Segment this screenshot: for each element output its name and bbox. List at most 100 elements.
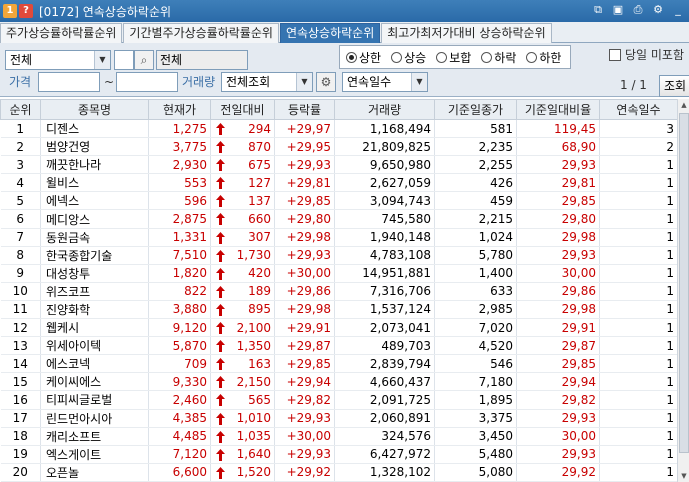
base-rate-cell: 29,91: [516, 318, 600, 338]
base-close-cell: 1,895: [434, 390, 517, 410]
volume-cell: 14,951,881: [334, 264, 435, 283]
base-rate-cell: 68,90: [516, 137, 600, 157]
volume-label: 거래량: [182, 75, 216, 89]
table-row[interactable]: 15 케이씨에스 9,330 2,150 +29,94 4,660,437 7,180 29,…: [0, 372, 677, 392]
change-rate-cell: +29,93: [274, 409, 335, 428]
column-header[interactable]: 거래량: [334, 99, 435, 120]
volume-cell: 1,168,494: [334, 119, 435, 139]
table-row[interactable]: 7 동원금속 1,331 307 +29,98 1,940,148 1,024 29,98 1: [0, 228, 677, 247]
consecutive-days-cell: 1: [599, 390, 677, 410]
volume-select[interactable]: 전체조회 ▼: [221, 72, 313, 92]
table-row[interactable]: 16 티피씨글로벌 2,460 565 +29,82 2,091,725 1,895 29,8…: [0, 390, 677, 410]
change-value: 127: [248, 175, 271, 190]
table-row[interactable]: 17 린드먼아시아 4,385 1,010 +29,93 2,060,891 3,375 29…: [0, 409, 677, 428]
stock-name-cell: 위즈코프: [40, 282, 149, 301]
column-header[interactable]: 종목명: [40, 99, 149, 120]
radio-fall[interactable]: 하락: [481, 49, 516, 66]
column-header[interactable]: 기준일대비율: [516, 99, 600, 120]
price-from-input[interactable]: [38, 72, 100, 92]
stock-name-cell: 캐리소프트: [40, 427, 149, 446]
exclude-today-checkbox[interactable]: [609, 49, 621, 61]
copy-icon[interactable]: ▣: [611, 3, 625, 17]
table-row[interactable]: 11 진양화학 3,880 895 +29,98 1,537,124 2,985 29,98 1: [0, 300, 677, 320]
print-icon[interactable]: ⎙: [631, 3, 645, 17]
minimize-icon[interactable]: _: [671, 3, 685, 17]
price-tilde: ~: [104, 75, 115, 89]
table-row[interactable]: 10 위즈코프 822 189 +29,86 7,316,706 633 29,86 1: [0, 282, 677, 301]
search-button[interactable]: 조회: [659, 75, 689, 97]
volume-cell: 3,094,743: [334, 191, 435, 211]
change-value: 137: [248, 193, 271, 208]
settings-icon[interactable]: ⚙: [651, 3, 665, 17]
table-row[interactable]: 5 에넥스 596 137 +29,85 3,094,743 459 29,85 1: [0, 191, 677, 211]
radio-rise[interactable]: 상승: [391, 49, 426, 66]
volume-cell: 2,091,725: [334, 390, 435, 410]
rank-cell: 2: [0, 137, 41, 157]
stock-code-input[interactable]: [114, 50, 134, 70]
consecutive-days-cell: 1: [599, 191, 677, 211]
radio-lower-limit[interactable]: 하한: [526, 49, 561, 66]
table-row[interactable]: 1 디젠스 1,275 294 +29,97 1,168,494 581 119,45 3: [0, 119, 677, 139]
change-rate-cell: +29,81: [274, 173, 335, 193]
market-select[interactable]: 전체 ▼: [5, 50, 111, 70]
base-close-cell: 5,080: [434, 463, 517, 482]
table-row[interactable]: 6 메디앙스 2,875 660 +29,80 745,580 2,215 29,80 1: [0, 209, 677, 229]
search-icon[interactable]: ⌕: [134, 50, 154, 70]
change-rate-cell: +29,94: [274, 372, 335, 392]
scroll-down-icon[interactable]: ▼: [679, 470, 689, 482]
current-price-cell: 1,820: [148, 264, 211, 283]
stock-name-cell: 깨끗한나라: [40, 155, 149, 175]
up-arrow-icon: [216, 141, 225, 154]
table-row[interactable]: 19 엑스게이트 7,120 1,640 +29,93 6,427,972 5,480 29,…: [0, 445, 677, 464]
change-value: 420: [248, 266, 271, 281]
column-header[interactable]: 순위: [0, 99, 41, 120]
change-rate-cell: +29,85: [274, 354, 335, 374]
column-header[interactable]: 전일대비: [210, 99, 275, 120]
tab-period-change-rank[interactable]: 기간별주가상승률하락률순위: [123, 23, 279, 43]
change-cell: 189: [210, 282, 275, 301]
table-row[interactable]: 4 윌비스 553 127 +29,81 2,627,059 426 29,81 1: [0, 173, 677, 193]
stock-name-cell: 한국종합기술: [40, 246, 149, 265]
change-cell: 660: [210, 209, 275, 229]
stock-name-cell: 범양건영: [40, 137, 149, 157]
base-close-cell: 1,400: [434, 264, 517, 283]
scroll-up-icon[interactable]: ▲: [679, 99, 689, 111]
consecutive-days-cell: 1: [599, 282, 677, 301]
change-cell: 137: [210, 191, 275, 211]
base-rate-cell: 29,94: [516, 372, 600, 392]
table-row[interactable]: 20 오픈놀 6,600 1,520 +29,92 1,328,102 5,080 29,92…: [0, 463, 677, 482]
table-row[interactable]: 18 캐리소프트 4,485 1,035 +30,00 324,576 3,450 30,00…: [0, 427, 677, 446]
stock-name-cell: 진양화학: [40, 300, 149, 320]
rank-cell: 13: [0, 336, 41, 356]
rank-cell: 18: [0, 427, 41, 446]
radio-label: 하락: [494, 50, 517, 65]
help-icon[interactable]: ?: [19, 4, 33, 18]
table-row[interactable]: 12 웹케시 9,120 2,100 +29,91 2,073,041 7,020 29,91…: [0, 318, 677, 338]
tab-price-change-rank[interactable]: 주가상승률하락률순위: [0, 23, 123, 43]
consecutive-days-cell: 1: [599, 354, 677, 374]
tab-consecutive-rank[interactable]: 연속상승하락순위: [279, 23, 381, 43]
sort-select[interactable]: 연속일수 ▼: [342, 72, 428, 92]
tab-high-low-rank[interactable]: 최고가최저가대비 상승하락순위: [381, 23, 552, 43]
table-row[interactable]: 13 위세아이텍 5,870 1,350 +29,87 489,703 4,520 29,87…: [0, 336, 677, 356]
table-row[interactable]: 2 범양건영 3,775 870 +29,95 21,809,825 2,235 68,90 2: [0, 137, 677, 157]
column-header[interactable]: 현재가: [148, 99, 211, 120]
column-header[interactable]: 기준일종가: [434, 99, 517, 120]
vertical-scrollbar[interactable]: ▲ ▼: [677, 99, 689, 482]
table-row[interactable]: 9 대성창투 1,820 420 +30,00 14,951,881 1,400 30,00 1: [0, 264, 677, 283]
ranking-table: 순위 종목명 현재가 전일대비 등락률 거래량 기준일종가 기준일대비율 연속일…: [0, 99, 677, 482]
table-row[interactable]: 14 에스코넥 709 163 +29,85 2,839,794 546 29,85 1: [0, 354, 677, 374]
price-to-input[interactable]: [116, 72, 178, 92]
radio-upper-limit[interactable]: 상한: [346, 49, 381, 66]
column-header[interactable]: 연속일수: [599, 99, 677, 120]
base-close-cell: 1,024: [434, 228, 517, 247]
gear-icon[interactable]: ⚙: [316, 72, 336, 92]
volume-cell: 324,576: [334, 427, 435, 446]
table-row[interactable]: 8 한국종합기술 7,510 1,730 +29,93 4,783,108 5,780 29,…: [0, 246, 677, 265]
scrollbar-thumb[interactable]: [679, 113, 689, 453]
radio-flat[interactable]: 보합: [436, 49, 471, 66]
table-row[interactable]: 3 깨끗한나라 2,930 675 +29,93 9,650,980 2,255 29,93 1: [0, 155, 677, 175]
column-header[interactable]: 등락률: [274, 99, 335, 120]
link-icon[interactable]: ⧉: [591, 3, 605, 17]
rank-cell: 20: [0, 463, 41, 482]
